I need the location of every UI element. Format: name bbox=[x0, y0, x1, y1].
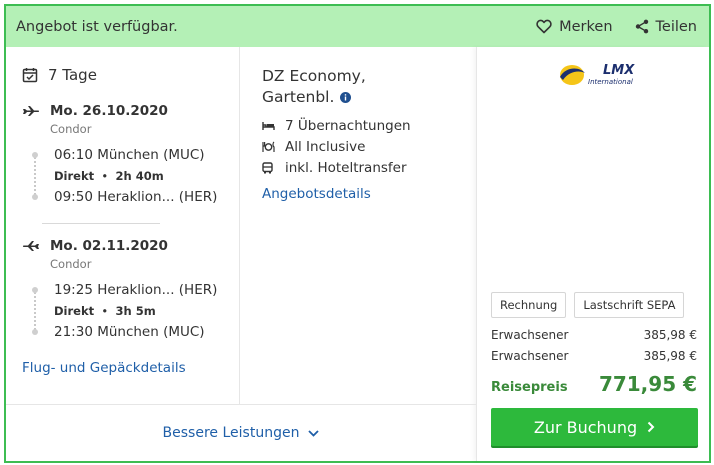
feature-transfer-label: inkl. Hoteltransfer bbox=[285, 160, 407, 176]
leg-divider bbox=[42, 223, 160, 224]
plane-departure-icon bbox=[23, 106, 40, 116]
price-row-value: 385,98 € bbox=[643, 328, 697, 342]
bed-icon bbox=[262, 122, 275, 130]
return-carrier: Condor bbox=[50, 257, 92, 271]
outbound-duration: 2h 40m bbox=[115, 169, 164, 183]
stop-dot bbox=[32, 194, 38, 200]
outbound-leg: Mo. 26.10.2020 Condor 06:10 München (MUC… bbox=[22, 103, 217, 208]
operator-logo-text: LMX bbox=[603, 63, 635, 78]
teilen-label: Teilen bbox=[655, 18, 697, 35]
return-direct-label: Direkt bbox=[54, 304, 95, 318]
merken-label: Merken bbox=[559, 18, 613, 35]
teilen-button[interactable]: Teilen bbox=[635, 19, 697, 35]
better-services-label: Bessere Leistungen bbox=[162, 425, 300, 441]
merken-button[interactable]: Merken bbox=[536, 18, 613, 35]
return-depart: 19:25 Heraklion... (HER) bbox=[54, 282, 218, 298]
total-price: Reisepreis 771,95 € bbox=[491, 372, 697, 396]
payment-methods: Rechnung Lastschrift SEPA bbox=[491, 292, 692, 318]
return-duration: 3h 5m bbox=[115, 304, 156, 318]
room-line-2: Gartenbl. bbox=[262, 88, 335, 106]
outbound-date: Mo. 26.10.2020 bbox=[50, 103, 168, 119]
feature-nights: 7 Übernachtungen bbox=[262, 118, 411, 134]
chevron-down-icon bbox=[308, 429, 320, 437]
availability-text: Angebot ist verfügbar. bbox=[16, 18, 178, 35]
trip-duration-label: 7 Tage bbox=[48, 66, 97, 84]
hotel-column: DZ Economy, Gartenbl. 7 Übernachtungen A… bbox=[240, 47, 476, 404]
return-arrive: 21:30 München (MUC) bbox=[54, 324, 205, 340]
feature-board: All Inclusive bbox=[262, 139, 365, 155]
info-icon[interactable] bbox=[340, 88, 352, 109]
heart-icon bbox=[536, 19, 552, 34]
flight-column: 7 Tage Mo. 26.10.2020 Condor 06:10 Münch… bbox=[6, 47, 240, 404]
feature-transfer: inkl. Hoteltransfer bbox=[262, 160, 407, 176]
price-row-label: Erwachsener bbox=[491, 349, 569, 363]
outbound-arrive: 09:50 Heraklion... (HER) bbox=[54, 189, 218, 205]
price-row-adult-1: Erwachsener 385,98 € bbox=[491, 328, 697, 342]
price-row-label: Erwachsener bbox=[491, 328, 569, 342]
cutlery-icon bbox=[262, 141, 275, 152]
feature-nights-label: 7 Übernachtungen bbox=[285, 118, 411, 134]
better-services-button[interactable]: Bessere Leistungen bbox=[163, 425, 320, 441]
availability-banner: Angebot ist verfügbar. Merken Teilen bbox=[6, 6, 709, 47]
expand-bar: Bessere Leistungen bbox=[6, 404, 476, 461]
book-label: Zur Buchung bbox=[533, 417, 638, 437]
return-date: Mo. 02.11.2020 bbox=[50, 238, 168, 254]
feature-board-label: All Inclusive bbox=[285, 139, 366, 155]
price-row-adult-2: Erwachsener 385,98 € bbox=[491, 349, 697, 363]
bus-icon bbox=[262, 162, 273, 174]
room-line-1: DZ Economy, bbox=[262, 67, 366, 85]
stop-dot bbox=[32, 329, 38, 335]
offer-card: Angebot ist verfügbar. Merken Teilen 7 T… bbox=[4, 4, 711, 463]
flight-details-link[interactable]: Flug- und Gepäckdetails bbox=[22, 360, 186, 376]
pricing-column: LMX International Rechnung Lastschrift S… bbox=[476, 47, 709, 461]
total-label: Reisepreis bbox=[491, 380, 568, 395]
total-value: 771,95 € bbox=[598, 372, 697, 396]
calendar-check-icon bbox=[22, 68, 38, 83]
price-row-value: 385,98 € bbox=[643, 349, 697, 363]
operator-logo-sub: International bbox=[588, 78, 633, 86]
banner-actions: Merken Teilen bbox=[536, 19, 697, 35]
room-type: DZ Economy, Gartenbl. bbox=[262, 66, 366, 109]
book-button[interactable]: Zur Buchung bbox=[491, 408, 698, 446]
outbound-carrier: Condor bbox=[50, 122, 92, 136]
chevron-right-icon bbox=[647, 421, 655, 433]
outbound-depart: 06:10 München (MUC) bbox=[54, 147, 205, 163]
payment-invoice: Rechnung bbox=[491, 292, 567, 318]
trip-duration: 7 Tage bbox=[22, 66, 97, 84]
return-leg: Mo. 02.11.2020 Condor 19:25 Heraklion...… bbox=[22, 238, 217, 343]
share-icon bbox=[635, 19, 648, 34]
outbound-direct-label: Direkt bbox=[54, 169, 95, 183]
outbound-direct: Direkt • 2h 40m bbox=[54, 169, 164, 183]
stop-dot bbox=[32, 287, 38, 293]
offer-details-link[interactable]: Angebotsdetails bbox=[262, 186, 371, 202]
plane-arrival-icon bbox=[22, 241, 39, 251]
return-direct: Direkt • 3h 5m bbox=[54, 304, 156, 318]
operator-logo: LMX International bbox=[560, 63, 635, 86]
stop-dot bbox=[32, 152, 38, 158]
payment-sepa: Lastschrift SEPA bbox=[574, 292, 685, 318]
